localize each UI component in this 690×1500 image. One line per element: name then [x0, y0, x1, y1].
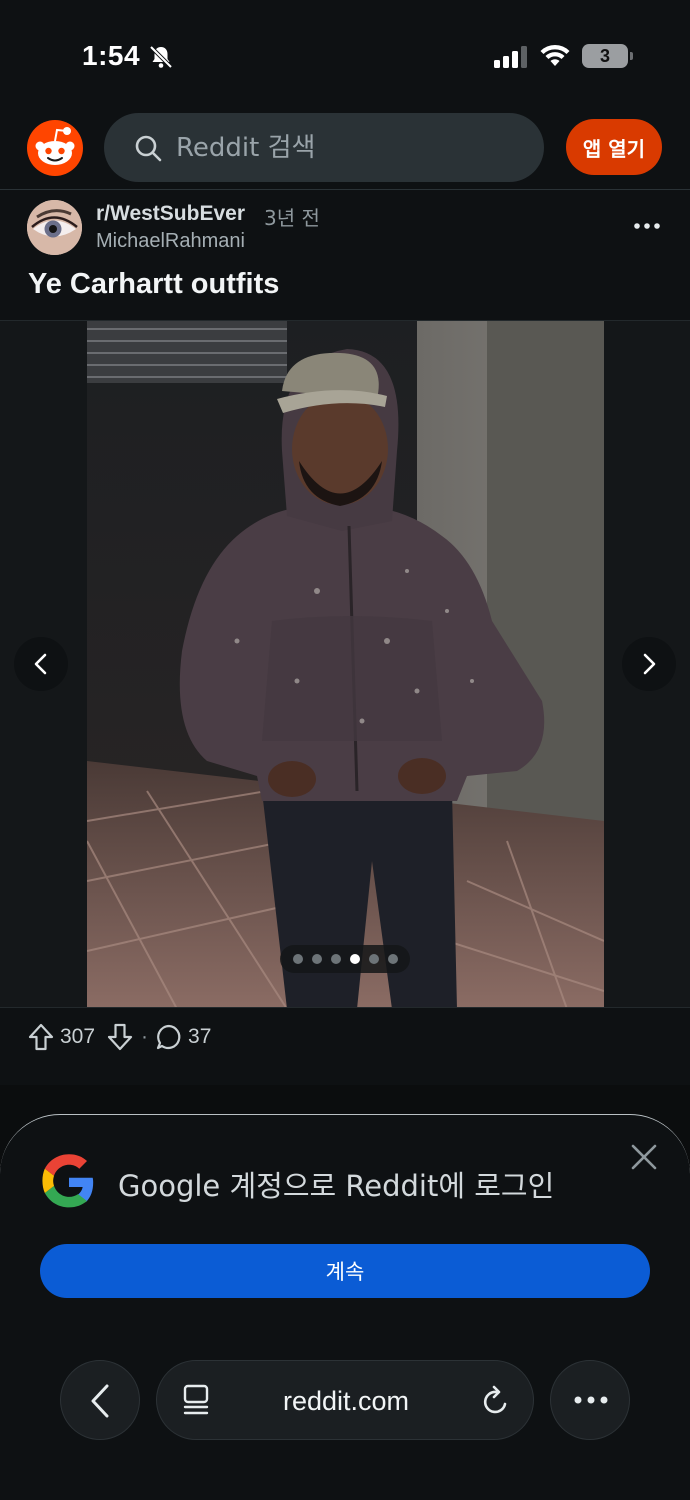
header: 앱 열기	[0, 110, 690, 190]
browser-back-button[interactable]	[60, 1360, 140, 1440]
search-bar[interactable]	[104, 113, 544, 182]
close-icon[interactable]	[630, 1143, 658, 1171]
actions-separator: ·	[141, 1025, 149, 1048]
bell-muted-icon	[149, 45, 173, 69]
post-actions: 307 · 37	[28, 1020, 211, 1054]
chevron-left-icon	[34, 653, 47, 675]
continue-button[interactable]: 계속	[40, 1244, 650, 1298]
upvote-icon[interactable]	[28, 1023, 54, 1051]
post-author[interactable]: MichaelRahmani	[96, 230, 245, 253]
downvote-icon[interactable]	[107, 1023, 133, 1051]
status-time: 1:54	[82, 40, 141, 71]
carousel-dot[interactable]	[311, 954, 322, 964]
post-title[interactable]: Ye Carhartt outfits	[28, 268, 279, 301]
chevron-left-icon	[91, 1384, 109, 1418]
google-login-sheet: Google 계정으로 Reddit에 로그인 계속	[0, 1114, 690, 1500]
carousel-dot[interactable]	[368, 954, 379, 964]
upvote-count: 307	[60, 1025, 96, 1048]
search-icon	[135, 135, 162, 162]
status-bar: 1:54 3	[0, 0, 690, 110]
chevron-right-icon	[643, 653, 656, 675]
post-card: r/WestSubEver 3년 전 MichaelRahmani Ye Car…	[0, 190, 690, 1085]
post-timestamp: 3년 전	[264, 206, 320, 230]
comment-count: 37	[188, 1025, 212, 1048]
url-text[interactable]: reddit.com	[157, 1386, 535, 1417]
cellular-signal-icon	[494, 46, 527, 68]
more-horizontal-icon	[574, 1396, 608, 1404]
carousel-prev-button[interactable]	[14, 637, 68, 691]
subreddit-avatar[interactable]	[27, 200, 82, 255]
reload-icon[interactable]	[481, 1385, 511, 1417]
open-app-button[interactable]: 앱 열기	[566, 119, 662, 175]
subreddit-name[interactable]: r/WestSubEver	[96, 202, 245, 226]
browser-more-button[interactable]	[550, 1360, 630, 1440]
search-input[interactable]	[176, 123, 516, 172]
carousel-dot[interactable]	[387, 954, 398, 964]
more-options-icon[interactable]	[632, 214, 662, 238]
wifi-icon	[540, 44, 570, 66]
carousel-dot[interactable]	[349, 954, 360, 964]
carousel-dot[interactable]	[292, 954, 303, 964]
carousel-dot[interactable]	[330, 954, 341, 964]
eye-avatar-image	[27, 200, 82, 255]
login-title: Google 계정으로 Reddit에 로그인	[118, 1169, 555, 1203]
post-photo	[87, 321, 604, 1007]
battery-indicator: 3	[582, 44, 633, 68]
comment-icon[interactable]	[156, 1023, 182, 1051]
address-bar[interactable]: reddit.com	[156, 1360, 534, 1440]
image-carousel[interactable]	[0, 320, 690, 1008]
battery-level: 3	[599, 46, 610, 66]
google-logo-icon	[42, 1154, 94, 1208]
carousel-pagination	[280, 945, 410, 973]
reddit-logo-icon[interactable]	[27, 120, 83, 176]
carousel-next-button[interactable]	[622, 637, 676, 691]
